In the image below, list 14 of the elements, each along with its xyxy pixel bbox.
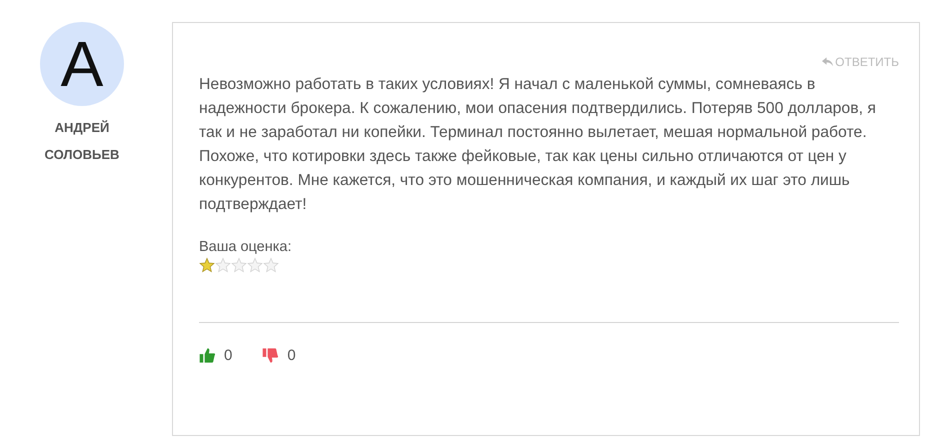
star-icon[interactable] xyxy=(215,257,231,273)
star-icon[interactable] xyxy=(263,257,279,273)
reply-arrow-icon xyxy=(822,57,834,67)
dislike-button[interactable]: 0 xyxy=(262,347,296,364)
like-button[interactable]: 0 xyxy=(199,347,232,364)
star-icon[interactable] xyxy=(199,257,215,273)
author-name: АНДРЕЙ СОЛОВЬЕВ xyxy=(44,119,120,164)
review-text: Невозможно работать в таких условиях! Я начал с маленькой суммы, сомневаясь в надежности брокера. К сожалению, мои опасения подтвердились. Потеряв 500 долларов, я так и не заработал ни копейки. Терминал постоянно вылетает, мешая нормальной работе. Похоже, что котировки здесь также фейковые, так как цены сильно отличаются от цен у конкурентов. Мне кажется, что это мошенническая компания, и каждый их шаг это лишь подтверждает! xyxy=(199,75,877,215)
thumbs-down-icon xyxy=(262,347,280,364)
star-icon[interactable] xyxy=(231,257,247,273)
thumbs-up-icon xyxy=(199,347,216,364)
rating-label: Ваша оценка: xyxy=(199,239,292,255)
star-icon[interactable] xyxy=(247,257,263,273)
avatar: А xyxy=(40,22,124,106)
